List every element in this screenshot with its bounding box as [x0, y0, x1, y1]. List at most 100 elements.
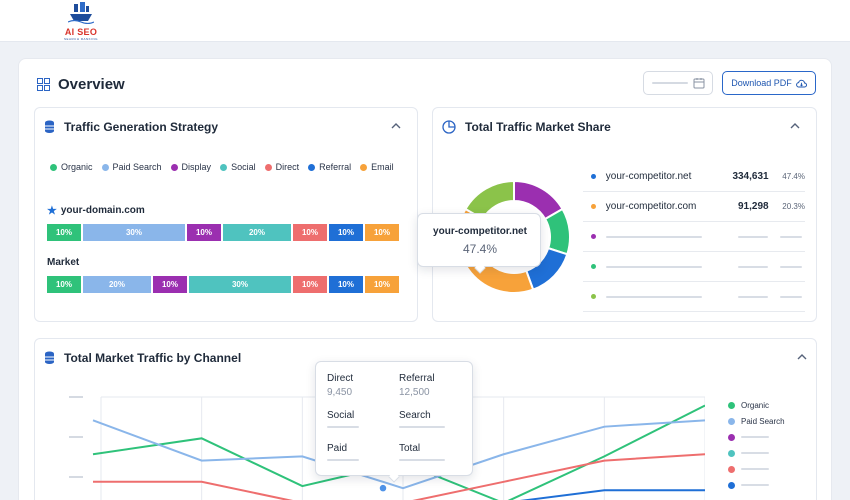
- competitor-name: your-competitor.com: [605, 201, 697, 212]
- traffic-strategy-card: Traffic Generation Strategy Organic Paid …: [34, 107, 418, 322]
- ship-logo-icon: [67, 2, 95, 25]
- donut-tooltip: your-competitor.net 47.4%: [417, 213, 541, 274]
- share-placeholder: [780, 265, 802, 268]
- segment-bar[interactable]: 30%: [83, 224, 185, 241]
- collapse-chevron-icon[interactable]: [790, 121, 800, 132]
- legend-dot: [50, 163, 57, 171]
- legend-item[interactable]: Organic: [50, 162, 93, 172]
- legend-item[interactable]: Email: [360, 162, 394, 172]
- market-share-row[interactable]: [583, 222, 805, 252]
- market-share-row[interactable]: [583, 282, 805, 312]
- legend-item[interactable]: Organic: [728, 397, 785, 413]
- legend-dot: [728, 449, 735, 457]
- series-dot: [591, 234, 596, 239]
- legend-item[interactable]: Display: [170, 162, 212, 172]
- tooltip-social-label: Social: [327, 410, 355, 421]
- date-range-picker[interactable]: [643, 71, 713, 95]
- legend-item[interactable]: [728, 461, 785, 477]
- legend-item[interactable]: Referral: [308, 162, 351, 172]
- segment-bar[interactable]: 10%: [153, 276, 187, 293]
- legend-dot: [728, 417, 735, 425]
- competitor-traffic: 91,298: [738, 201, 769, 212]
- legend-label: Display: [181, 162, 212, 172]
- series-dot: [591, 174, 596, 179]
- legend-dot: [220, 163, 228, 171]
- domain-row-label: ★ your-domain.com: [47, 205, 145, 217]
- name-placeholder: [606, 295, 702, 298]
- y-tick-placeholder: [69, 476, 83, 478]
- tooltip-paid-label: Paid: [327, 443, 348, 454]
- segment-bar[interactable]: 10%: [187, 224, 221, 241]
- traffic-strategy-title: Traffic Generation Strategy: [64, 120, 219, 134]
- share-placeholder: [780, 235, 802, 238]
- star-icon: ★: [47, 205, 57, 217]
- legend-item[interactable]: [728, 445, 785, 461]
- segment-bar[interactable]: 10%: [365, 276, 399, 293]
- segment-bar[interactable]: 30%: [189, 276, 291, 293]
- tooltip-competitor-name: your-competitor.net: [433, 226, 527, 237]
- market-share-row[interactable]: your-competitor.net 334,631 47.4%: [583, 162, 805, 192]
- channel-tooltip: Direct 9,450 Referral 12,500 Social Sear…: [315, 361, 473, 483]
- hover-point[interactable]: [378, 483, 388, 493]
- segment-bar[interactable]: 20%: [83, 276, 151, 293]
- legend-item[interactable]: Paid Search: [728, 413, 785, 429]
- segment-bar[interactable]: 10%: [293, 224, 327, 241]
- page-title: Overview: [58, 76, 125, 93]
- segment-bar[interactable]: 10%: [329, 276, 363, 293]
- series-line[interactable]: [93, 489, 705, 500]
- segment-bar[interactable]: 10%: [293, 276, 327, 293]
- database-icon: [45, 120, 54, 133]
- value-placeholder: [738, 295, 768, 298]
- legend-label: Organic: [61, 162, 93, 172]
- legend-dot: [308, 163, 316, 171]
- tooltip-referral-label: Referral: [399, 373, 435, 384]
- legend-item[interactable]: Social: [220, 162, 256, 172]
- market-share-row[interactable]: your-competitor.com 91,298 20.3%: [583, 192, 805, 222]
- download-pdf-button[interactable]: Download PDF: [722, 71, 816, 95]
- legend-dot: [728, 465, 735, 473]
- collapse-chevron-icon[interactable]: [797, 352, 807, 363]
- channel-traffic-header: Total Market Traffic by Channel: [44, 351, 241, 365]
- legend-item[interactable]: Paid Search: [101, 162, 162, 172]
- channel-legend: Organic Paid Search: [728, 397, 785, 493]
- legend-dot: [360, 163, 368, 171]
- domain-segment-bar: 10% 30% 10% 20% 10% 10% 10%: [47, 224, 399, 241]
- brand-logo[interactable]: AI SEO SEARCH RANKING: [56, 2, 106, 41]
- segment-bar[interactable]: 10%: [365, 224, 399, 241]
- tooltip-competitor-share: 47.4%: [462, 242, 498, 256]
- legend-dot: [728, 433, 735, 441]
- legend-dot: [728, 401, 735, 409]
- legend-label-placeholder: [741, 436, 769, 438]
- legend-label: Paid Search: [112, 162, 162, 172]
- tooltip-search-value-placeholder: [399, 426, 445, 428]
- collapse-chevron-icon[interactable]: [391, 121, 401, 132]
- date-placeholder: [652, 82, 688, 84]
- segment-bar[interactable]: 10%: [47, 276, 81, 293]
- series-dot: [591, 204, 596, 209]
- legend-label: Organic: [741, 400, 770, 410]
- y-tick-placeholder: [69, 436, 83, 438]
- tooltip-direct-label: Direct: [327, 373, 354, 384]
- legend-item[interactable]: [728, 477, 785, 493]
- series-dot: [591, 294, 596, 299]
- value-placeholder: [738, 235, 768, 238]
- market-share-row[interactable]: [583, 252, 805, 282]
- legend-label: Direct: [275, 162, 300, 172]
- segment-bar[interactable]: 20%: [223, 224, 291, 241]
- tooltip-referral-value: 12,500: [399, 387, 430, 398]
- y-tick-placeholder: [69, 396, 83, 398]
- series-dot: [591, 264, 596, 269]
- market-row-label: Market: [47, 257, 80, 268]
- tooltip-paid-value-placeholder: [327, 459, 359, 461]
- legend-item[interactable]: Direct: [264, 162, 300, 172]
- name-placeholder: [606, 265, 702, 268]
- segment-bar[interactable]: 10%: [47, 224, 81, 241]
- tooltip-social-value-placeholder: [327, 426, 359, 428]
- legend-item[interactable]: [728, 429, 785, 445]
- cloud-download-icon: [795, 79, 807, 87]
- competitor-traffic: 334,631: [732, 171, 769, 182]
- legend-label: Email: [371, 162, 394, 172]
- tooltip-direct-value: 9,450: [327, 387, 353, 398]
- segment-bar[interactable]: 10%: [329, 224, 363, 241]
- legend-dot: [170, 163, 178, 171]
